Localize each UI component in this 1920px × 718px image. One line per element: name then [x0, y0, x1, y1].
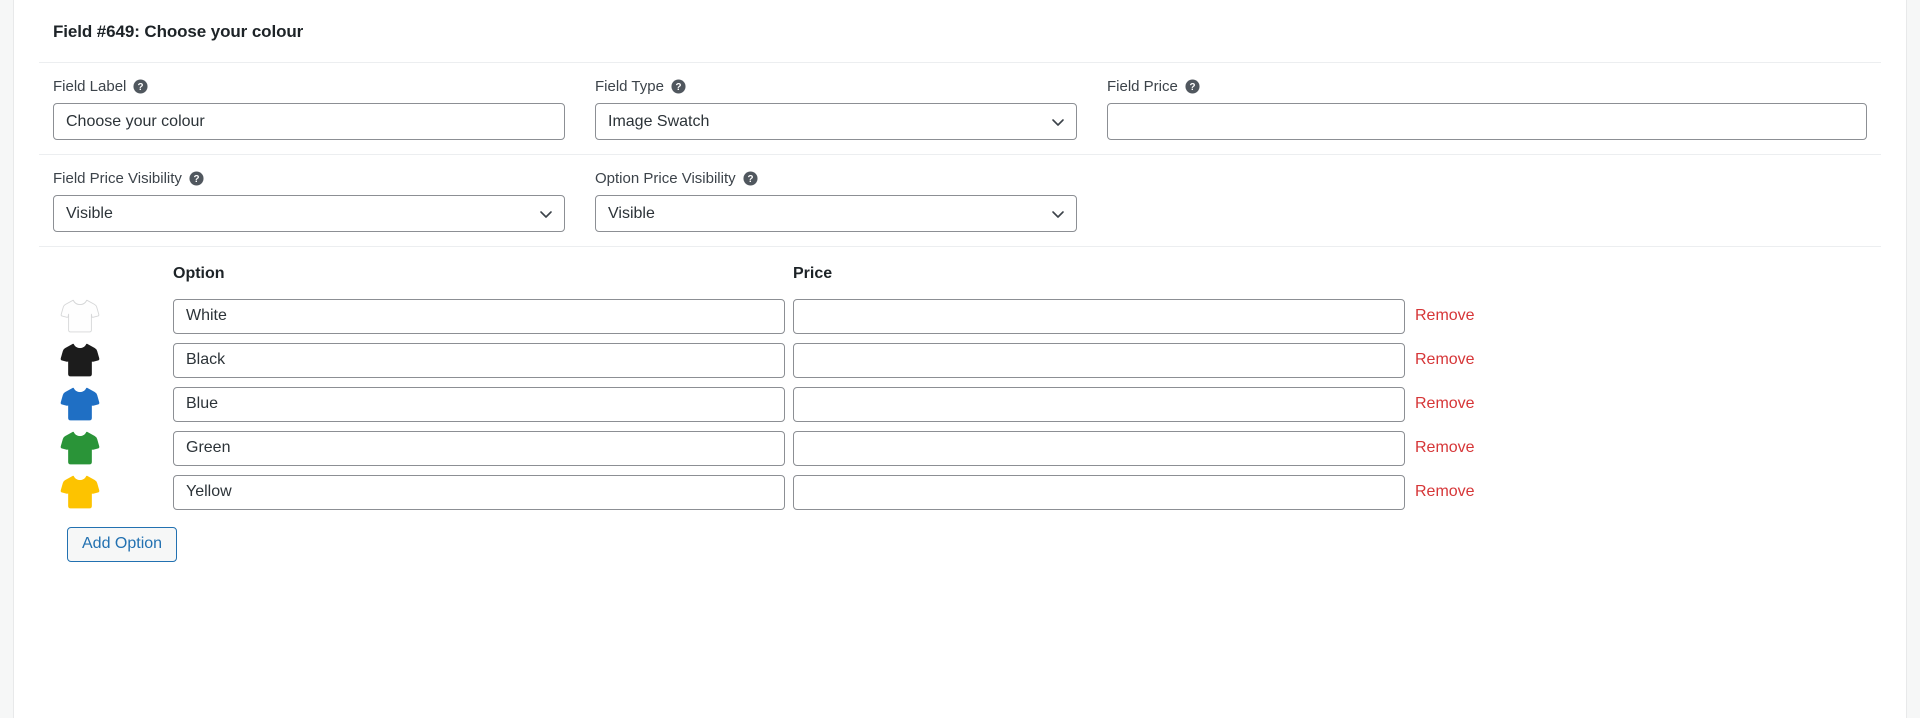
- field-row-primary: Field Label ? Field Type: [39, 63, 1881, 155]
- swatch-cell: [53, 297, 173, 335]
- options-table: Option Price RemoveRemoveRemoveRemoveRem…: [39, 247, 1881, 570]
- table-row: Remove: [53, 385, 1867, 423]
- tshirt-icon[interactable]: [59, 385, 101, 423]
- option-name-cell: [173, 474, 793, 510]
- field-type-label-text: Field Type: [595, 78, 664, 95]
- option-price-visibility-label-text: Option Price Visibility: [595, 170, 736, 187]
- page-gutter-right: [1906, 0, 1920, 718]
- remove-cell: Remove: [1413, 483, 1867, 501]
- field-label-text: Field Label: [53, 78, 127, 95]
- tshirt-icon[interactable]: [59, 341, 101, 379]
- remove-cell: Remove: [1413, 439, 1867, 457]
- field-price-group: Field Price ?: [1107, 79, 1867, 140]
- help-circle-icon[interactable]: ?: [189, 171, 204, 186]
- svg-text:?: ?: [675, 82, 681, 93]
- option-price-cell: [793, 386, 1413, 422]
- field-row-visibility: Field Price Visibility ? Visible Option …: [39, 155, 1881, 247]
- option-price-visibility-select[interactable]: Visible: [595, 195, 1077, 232]
- field-editor-page: Field #649: Choose your colour Field Lab…: [0, 0, 1920, 718]
- swatch-cell: [53, 429, 173, 467]
- page-gutter-left: [0, 0, 14, 718]
- option-name-cell: [173, 430, 793, 466]
- remove-option-link[interactable]: Remove: [1413, 483, 1475, 501]
- table-row: Remove: [53, 473, 1867, 511]
- option-price-cell: [793, 474, 1413, 510]
- svg-text:?: ?: [138, 82, 144, 93]
- help-circle-icon[interactable]: ?: [133, 79, 148, 94]
- remove-option-link[interactable]: Remove: [1413, 439, 1475, 457]
- field-label-group: Field Label ?: [53, 79, 565, 140]
- remove-cell: Remove: [1413, 307, 1867, 325]
- page-title: Field #649: Choose your colour: [53, 22, 304, 41]
- option-price-cell: [793, 342, 1413, 378]
- swatch-cell: [53, 341, 173, 379]
- svg-text:?: ?: [1189, 82, 1195, 93]
- table-row: Remove: [53, 429, 1867, 467]
- option-price-input[interactable]: [793, 474, 1405, 510]
- remove-option-link[interactable]: Remove: [1413, 351, 1475, 369]
- field-settings-panel: Field #649: Choose your colour Field Lab…: [15, 0, 1905, 718]
- options-rows-container: Remove Remove Remove Remove Remove: [53, 297, 1867, 511]
- field-price-caption: Field Price ?: [1107, 79, 1867, 94]
- help-circle-icon[interactable]: ?: [671, 79, 686, 94]
- field-price-visibility-label-text: Field Price Visibility: [53, 170, 182, 187]
- tshirt-icon[interactable]: [59, 473, 101, 511]
- option-name-cell: [173, 342, 793, 378]
- option-column-header: Option: [173, 265, 225, 282]
- option-price-input[interactable]: [793, 342, 1405, 378]
- field-price-visibility-select-wrap: Visible: [53, 195, 565, 232]
- table-row: Remove: [53, 297, 1867, 335]
- tshirt-icon[interactable]: [59, 429, 101, 467]
- field-type-group: Field Type ? Image Swatch: [595, 79, 1077, 140]
- swatch-cell: [53, 473, 173, 511]
- table-row: Remove: [53, 341, 1867, 379]
- option-name-input[interactable]: [173, 342, 785, 378]
- remove-option-link[interactable]: Remove: [1413, 307, 1475, 325]
- field-price-visibility-select[interactable]: Visible: [53, 195, 565, 232]
- option-price-visibility-select-wrap: Visible: [595, 195, 1077, 232]
- field-type-caption: Field Type ?: [595, 79, 1077, 94]
- remove-cell: Remove: [1413, 395, 1867, 413]
- option-name-input[interactable]: [173, 474, 785, 510]
- option-name-input[interactable]: [173, 430, 785, 466]
- options-table-header: Option Price: [53, 265, 1867, 283]
- field-price-visibility-caption: Field Price Visibility ?: [53, 171, 565, 186]
- option-name-cell: [173, 386, 793, 422]
- option-name-cell: [173, 298, 793, 334]
- add-option-button[interactable]: Add Option: [67, 527, 178, 562]
- option-name-input[interactable]: [173, 386, 785, 422]
- field-type-select[interactable]: Image Swatch: [595, 103, 1077, 140]
- remove-option-link[interactable]: Remove: [1413, 395, 1475, 413]
- field-price-label-text: Field Price: [1107, 78, 1178, 95]
- help-circle-icon[interactable]: ?: [743, 171, 758, 186]
- option-price-cell: [793, 298, 1413, 334]
- svg-text:?: ?: [747, 174, 753, 185]
- help-circle-icon[interactable]: ?: [1185, 79, 1200, 94]
- tshirt-icon[interactable]: [59, 297, 101, 335]
- add-option-wrap: Add Option: [53, 517, 1867, 562]
- option-price-input[interactable]: [793, 298, 1405, 334]
- option-name-input[interactable]: [173, 298, 785, 334]
- svg-text:?: ?: [193, 174, 199, 185]
- option-price-cell: [793, 430, 1413, 466]
- remove-cell: Remove: [1413, 351, 1867, 369]
- option-price-input[interactable]: [793, 386, 1405, 422]
- option-price-visibility-group: Option Price Visibility ? Visible: [595, 171, 1077, 232]
- field-type-select-wrap: Image Swatch: [595, 103, 1077, 140]
- field-label-caption: Field Label ?: [53, 79, 565, 94]
- panel-header: Field #649: Choose your colour: [39, 0, 1881, 63]
- field-price-visibility-group: Field Price Visibility ? Visible: [53, 171, 565, 232]
- option-price-visibility-caption: Option Price Visibility ?: [595, 171, 1077, 186]
- swatch-cell: [53, 385, 173, 423]
- field-label-input[interactable]: [53, 103, 565, 140]
- price-column-header: Price: [793, 265, 833, 282]
- option-price-input[interactable]: [793, 430, 1405, 466]
- field-price-input[interactable]: [1107, 103, 1867, 140]
